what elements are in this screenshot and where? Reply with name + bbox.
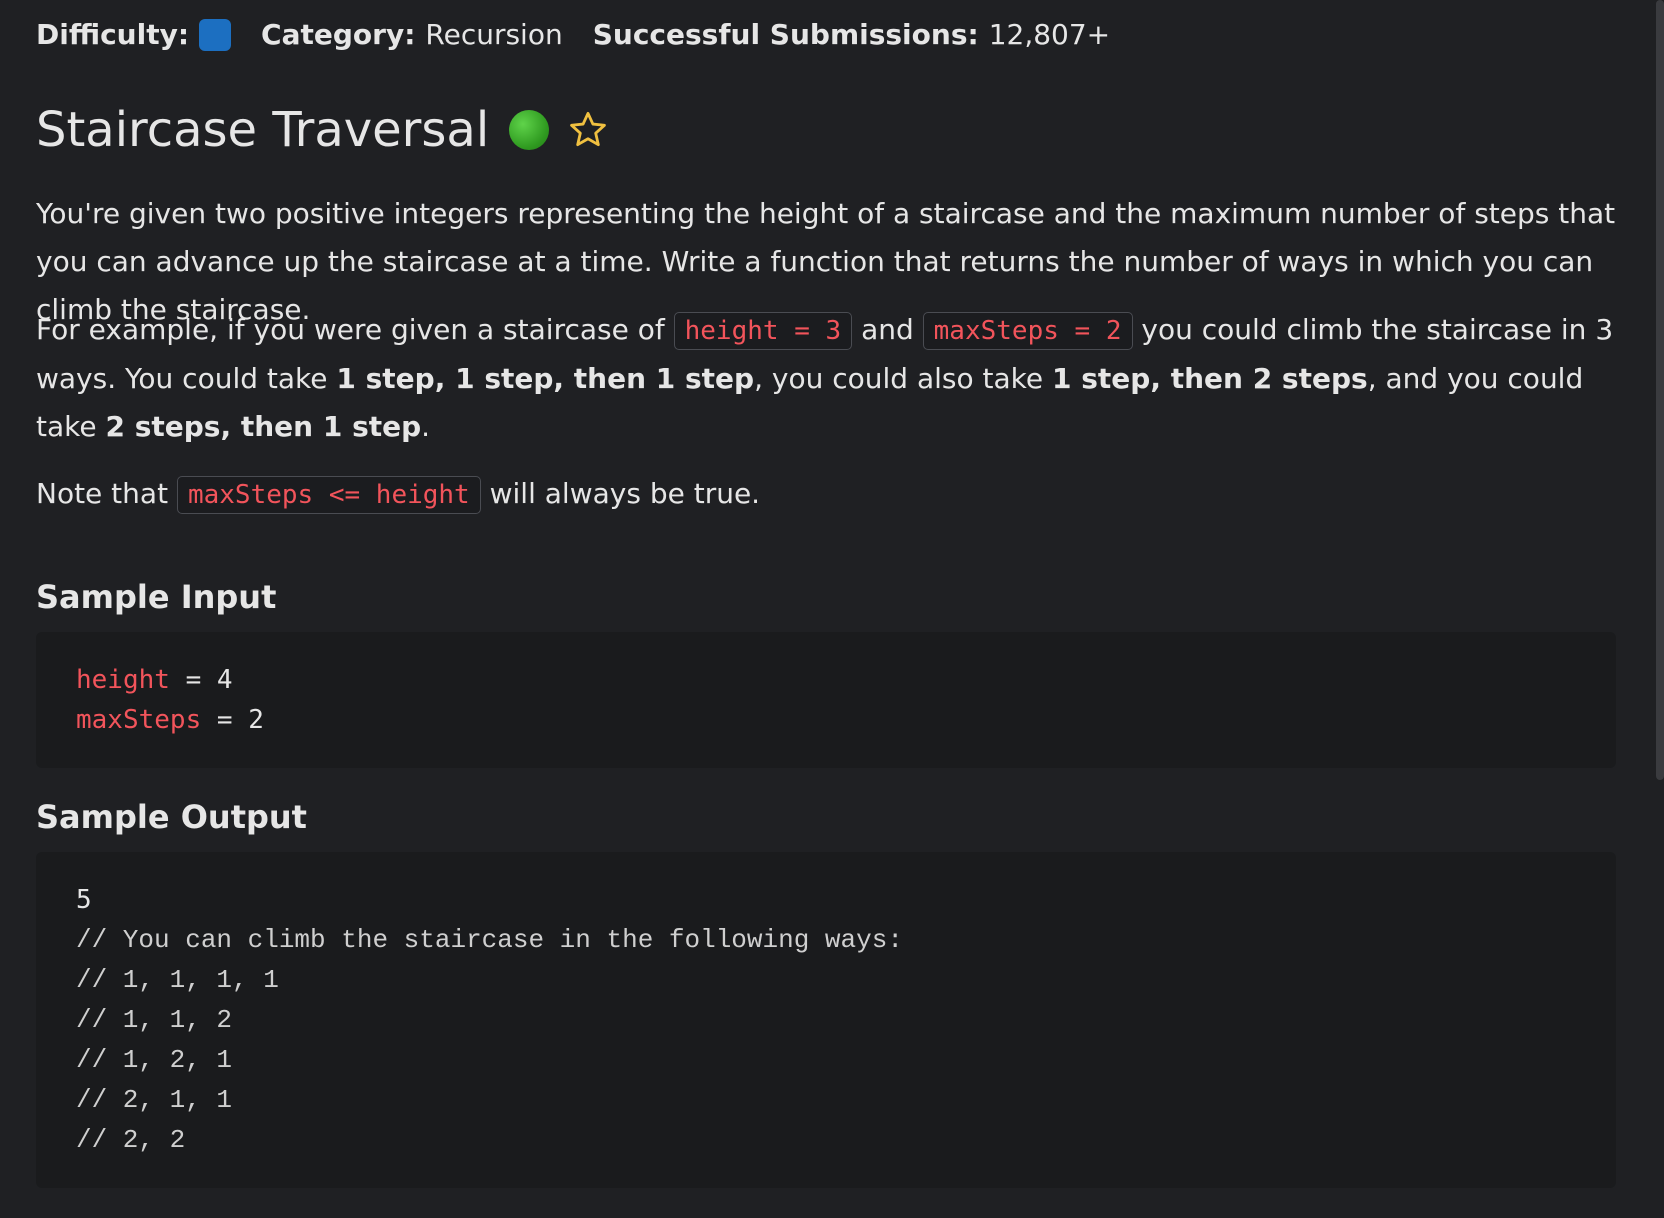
inline-code-maxsteps: maxSteps = 2 — [922, 312, 1133, 350]
text: For example, if you were given a stairca… — [36, 313, 674, 346]
text: , you could also take — [754, 362, 1053, 395]
category: Category: Recursion — [261, 18, 563, 51]
var-name: height — [76, 665, 170, 695]
sample-input-code: height = 4 maxSteps = 2 — [36, 632, 1616, 768]
submissions-value: 12,807+ — [988, 18, 1111, 51]
sample-output-code: 5 // You can climb the staircase in the … — [36, 852, 1616, 1188]
difficulty-badge-icon — [199, 18, 232, 51]
bold-example-2: 1 step, then 2 steps — [1052, 362, 1368, 395]
code-comment: // 1, 1, 1, 1 — [76, 965, 279, 995]
operator: = — [201, 705, 249, 735]
code-line: height = 4 — [76, 660, 1576, 700]
category-label: Category: — [261, 18, 416, 51]
code-comment: // 2, 1, 1 — [76, 1085, 233, 1115]
bold-example-3: 2 steps, then 1 step — [105, 410, 422, 443]
code-comment: // 1, 1, 2 — [76, 1005, 233, 1035]
problem-meta: Difficulty: Category: Recursion Successf… — [36, 18, 1140, 51]
code-comment: // You can climb the staircase in the fo… — [76, 925, 903, 955]
code-comment: // 1, 2, 1 — [76, 1045, 233, 1075]
var-name: maxSteps — [76, 705, 202, 735]
text: . — [421, 410, 431, 443]
inline-code-constraint: maxSteps <= height — [176, 476, 481, 514]
star-icon[interactable] — [567, 109, 609, 151]
problem-page: Difficulty: Category: Recursion Successf… — [0, 0, 1664, 1218]
bold-example-1: 1 step, 1 step, then 1 step — [336, 362, 755, 395]
sample-output-title: Sample Output — [36, 798, 307, 836]
green-dot-icon — [509, 110, 550, 150]
code-comment: // 2, 2 — [76, 1125, 186, 1155]
operator: = — [169, 665, 217, 695]
code-line: maxSteps = 2 — [76, 700, 1576, 740]
var-value: 2 — [248, 705, 264, 735]
text: and — [852, 313, 923, 346]
var-value: 4 — [216, 665, 233, 695]
inline-code-height: height = 3 — [673, 312, 853, 350]
sample-input-title: Sample Input — [36, 578, 277, 616]
title-row: Staircase Traversal — [36, 100, 609, 160]
difficulty: Difficulty: — [36, 18, 232, 51]
category-value: Recursion — [425, 18, 563, 51]
difficulty-label: Difficulty: — [36, 18, 190, 51]
page-title: Staircase Traversal — [36, 102, 490, 158]
submissions: Successful Submissions: 12,807+ — [593, 18, 1110, 51]
vertical-scrollbar[interactable] — [1656, 0, 1664, 780]
text: Note that — [36, 477, 177, 510]
submissions-label: Successful Submissions: — [592, 18, 979, 51]
output-result: 5 — [76, 885, 92, 915]
text: will always be true. — [480, 477, 761, 510]
description-paragraph-3: Note that maxSteps <= height will always… — [36, 470, 1626, 519]
description-paragraph-2: For example, if you were given a stairca… — [36, 306, 1626, 451]
